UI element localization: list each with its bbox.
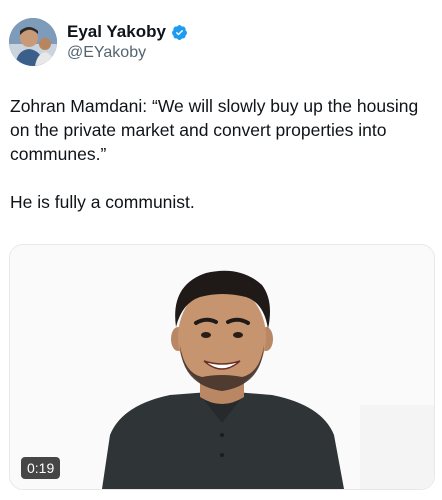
verified-badge-icon — [171, 24, 188, 41]
tweet-text: Zohran Mamdani: “We will slowly buy up t… — [10, 94, 430, 214]
video-duration-badge: 0:19 — [21, 457, 61, 479]
author-name-row: Eyal Yakoby — [67, 22, 188, 42]
tweet-paragraph: He is fully a communist. — [10, 192, 195, 212]
tweet-paragraph: Zohran Mamdani: “We will slowly buy up t… — [10, 96, 419, 164]
author-avatar[interactable] — [9, 18, 57, 66]
avatar-photo — [9, 18, 57, 66]
video-player[interactable]: 0:19 — [9, 244, 435, 490]
video-thumbnail — [10, 245, 434, 489]
tweet-card: Eyal Yakoby @EYakoby Zohran Mamdani: “We… — [0, 0, 442, 500]
author-handle[interactable]: @EYakoby — [67, 44, 146, 62]
author-display-name[interactable]: Eyal Yakoby — [67, 22, 166, 42]
